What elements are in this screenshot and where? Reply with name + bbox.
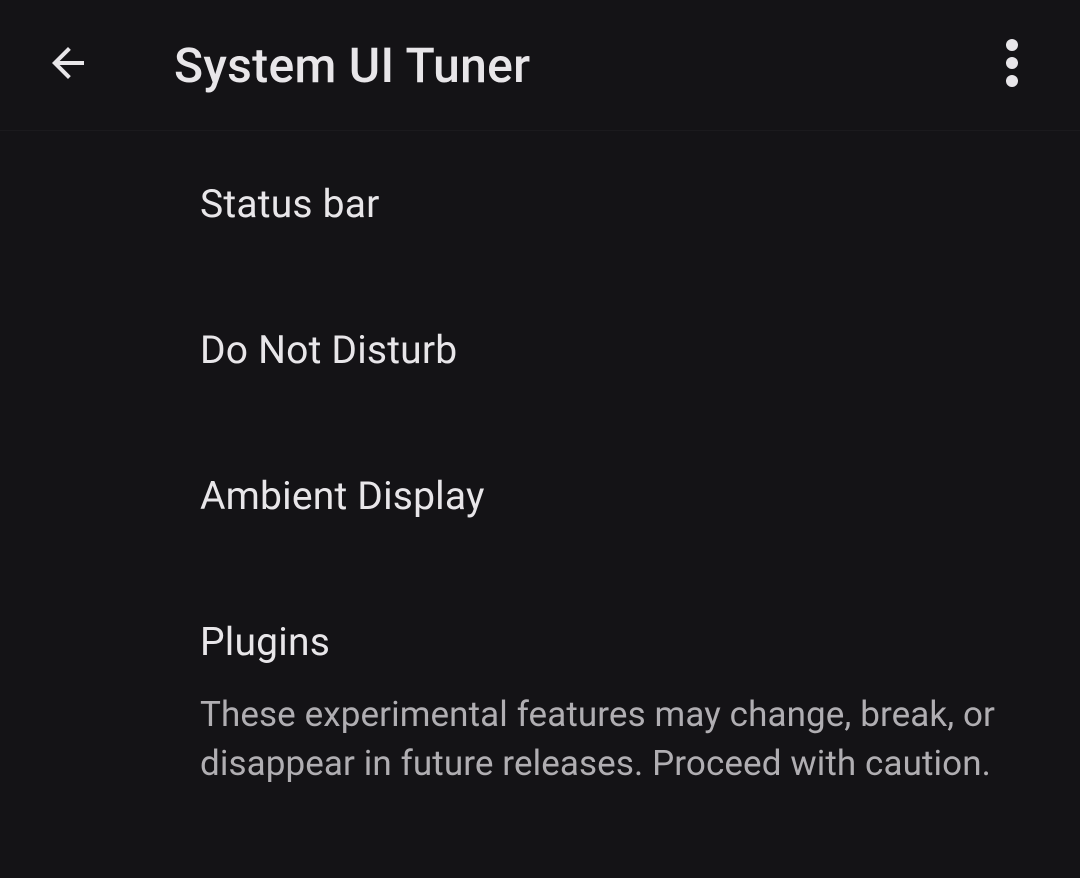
- back-button[interactable]: [40, 37, 96, 93]
- list-item-title: Plugins: [200, 619, 1032, 665]
- list-item-ambient-display[interactable]: Ambient Display: [200, 423, 1032, 569]
- overflow-menu-button[interactable]: [984, 37, 1040, 93]
- list-item-title: Ambient Display: [200, 473, 1032, 519]
- list-item-plugins[interactable]: Plugins These experimental features may …: [200, 569, 1032, 838]
- list-item-do-not-disturb[interactable]: Do Not Disturb: [200, 277, 1032, 423]
- list-item-title: Do Not Disturb: [200, 327, 1032, 373]
- list-item-subtitle: These experimental features may change, …: [200, 690, 1032, 788]
- settings-list: Status bar Do Not Disturb Ambient Displa…: [0, 131, 1080, 838]
- page-title: System UI Tuner: [174, 37, 984, 94]
- app-header: System UI Tuner: [0, 0, 1080, 131]
- more-vert-icon: [1006, 38, 1018, 92]
- back-arrow-icon: [44, 39, 92, 91]
- list-item-title: Status bar: [200, 181, 1032, 227]
- list-item-status-bar[interactable]: Status bar: [200, 131, 1032, 277]
